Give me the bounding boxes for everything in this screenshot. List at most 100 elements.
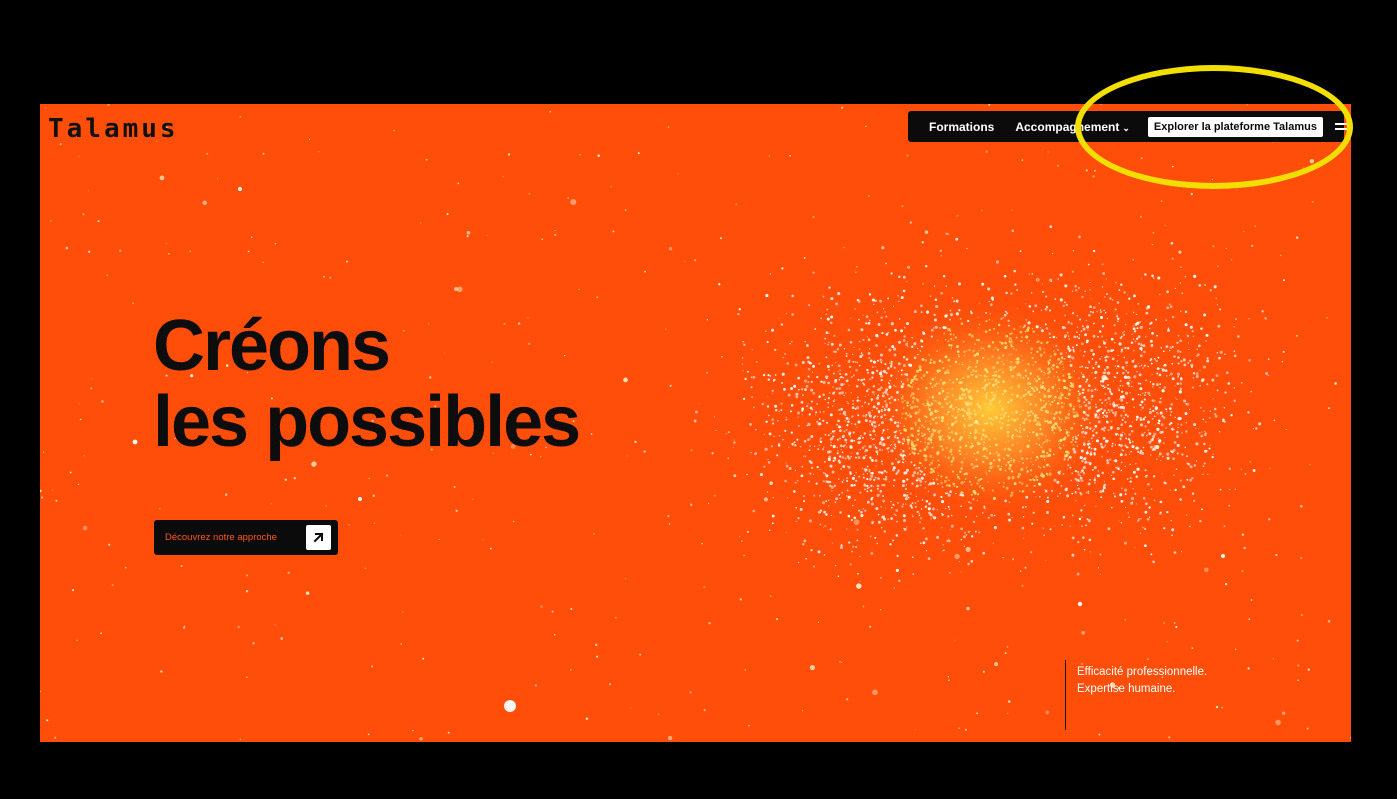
particle bbox=[1119, 336, 1122, 340]
particle bbox=[1019, 413, 1022, 416]
particle bbox=[634, 440, 637, 444]
particle bbox=[987, 358, 990, 360]
particle bbox=[885, 388, 889, 392]
particle bbox=[809, 362, 812, 365]
particle bbox=[1081, 295, 1084, 299]
particle bbox=[1067, 372, 1071, 376]
particle bbox=[738, 308, 742, 311]
particle bbox=[963, 393, 966, 397]
particle bbox=[1105, 355, 1108, 358]
particle bbox=[749, 423, 752, 426]
explore-platform-button[interactable]: Explorer la plateforme Talamus bbox=[1147, 116, 1323, 137]
particle bbox=[835, 387, 838, 390]
particle bbox=[1101, 427, 1104, 431]
particle bbox=[966, 375, 970, 379]
particle bbox=[644, 270, 647, 273]
particle bbox=[1240, 381, 1243, 384]
particle bbox=[1068, 403, 1070, 405]
particle bbox=[934, 376, 937, 379]
discover-approach-button[interactable]: Découvrez notre approche bbox=[154, 520, 338, 555]
particle bbox=[1089, 305, 1092, 309]
particle bbox=[111, 584, 114, 587]
particle bbox=[1122, 371, 1125, 375]
particle bbox=[905, 468, 910, 472]
particle bbox=[1011, 436, 1014, 439]
particle bbox=[909, 453, 911, 455]
particle bbox=[1181, 551, 1183, 553]
particle bbox=[1021, 506, 1025, 509]
particle bbox=[1033, 354, 1035, 356]
particle bbox=[1114, 495, 1117, 498]
particle bbox=[961, 363, 964, 366]
particle bbox=[1108, 356, 1110, 358]
particle bbox=[1003, 413, 1006, 415]
particle bbox=[1142, 344, 1146, 348]
particle bbox=[732, 446, 734, 449]
particle bbox=[809, 664, 816, 671]
particle bbox=[843, 394, 845, 397]
particle bbox=[921, 241, 924, 244]
particle bbox=[1057, 378, 1061, 382]
particle bbox=[1279, 254, 1282, 257]
particle bbox=[1139, 321, 1141, 323]
nav-item-formations[interactable]: Formations bbox=[929, 120, 994, 134]
particle bbox=[1103, 368, 1107, 371]
particle bbox=[920, 345, 923, 348]
particle bbox=[782, 438, 784, 441]
particle bbox=[1219, 350, 1223, 354]
particle bbox=[894, 434, 897, 437]
particle bbox=[1056, 425, 1059, 427]
particle bbox=[713, 416, 716, 418]
particle bbox=[1025, 495, 1029, 499]
particle bbox=[929, 404, 932, 407]
particle bbox=[967, 413, 970, 417]
particle bbox=[931, 446, 934, 449]
particle bbox=[1066, 397, 1068, 400]
particle bbox=[1010, 398, 1013, 402]
particle bbox=[794, 481, 797, 484]
particle bbox=[1118, 520, 1120, 522]
talamus-logo[interactable]: Talamus bbox=[48, 114, 179, 144]
nav-item-accompagnement[interactable]: Accompagnement ⌄ bbox=[1015, 120, 1130, 134]
particle bbox=[976, 402, 979, 406]
particle bbox=[1223, 525, 1226, 528]
particle bbox=[958, 396, 962, 400]
particle bbox=[1083, 548, 1086, 551]
particle bbox=[1019, 449, 1023, 453]
particle bbox=[1009, 368, 1013, 372]
particle bbox=[1064, 284, 1068, 288]
particle bbox=[970, 463, 974, 466]
particle bbox=[1132, 325, 1134, 327]
particle bbox=[1165, 427, 1167, 429]
particle bbox=[886, 436, 890, 440]
particle bbox=[952, 407, 955, 411]
particle bbox=[827, 343, 829, 346]
particle bbox=[1116, 399, 1118, 401]
particle bbox=[875, 397, 878, 400]
particle bbox=[928, 464, 931, 466]
particle bbox=[850, 439, 854, 443]
particle bbox=[711, 452, 714, 455]
particle bbox=[839, 369, 841, 372]
particle bbox=[857, 420, 861, 424]
particle bbox=[1128, 385, 1130, 387]
particle bbox=[1203, 313, 1207, 317]
particle bbox=[1067, 457, 1070, 459]
particle bbox=[1054, 422, 1058, 426]
particle bbox=[1077, 471, 1080, 473]
particle bbox=[868, 419, 872, 423]
particle bbox=[939, 435, 943, 439]
particle bbox=[914, 505, 917, 508]
particle bbox=[1040, 309, 1043, 312]
particle bbox=[951, 394, 955, 397]
particle bbox=[386, 474, 389, 477]
particle bbox=[989, 445, 991, 448]
particle bbox=[801, 407, 805, 411]
particle bbox=[1102, 486, 1106, 490]
particle bbox=[707, 502, 710, 505]
particle bbox=[769, 374, 772, 377]
particle bbox=[1216, 389, 1219, 392]
particle bbox=[287, 571, 290, 575]
particle bbox=[927, 557, 931, 560]
particle bbox=[906, 377, 908, 380]
